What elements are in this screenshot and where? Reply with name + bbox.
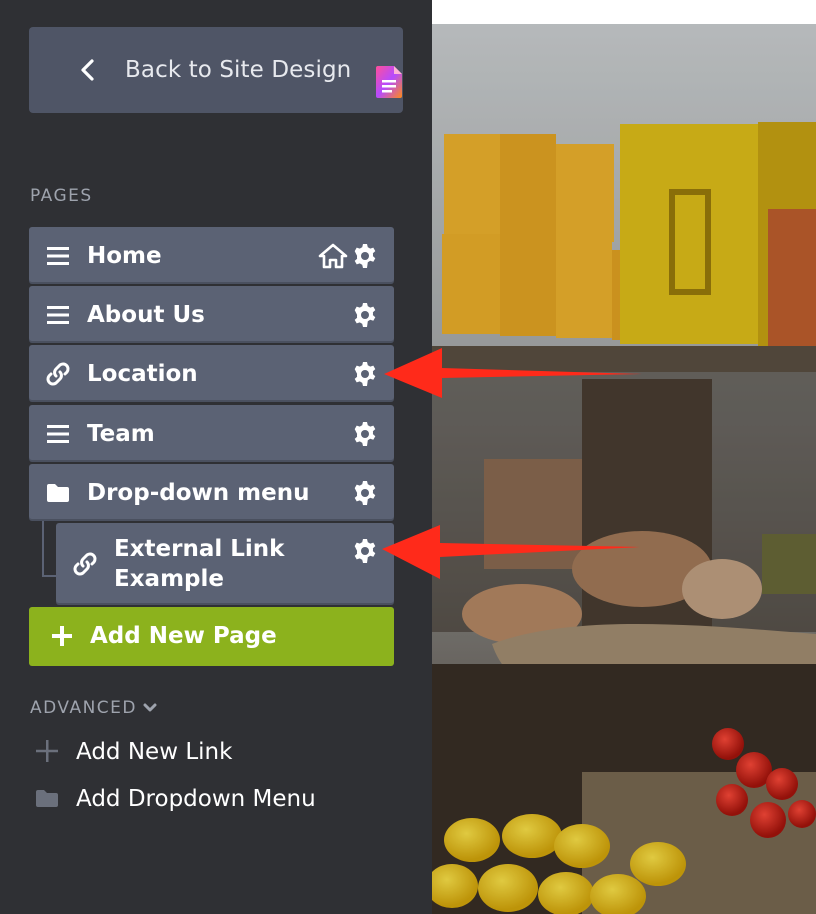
folder-icon: [36, 790, 58, 807]
plus-icon: [52, 626, 72, 646]
gear-icon[interactable]: [352, 480, 378, 506]
gear-icon[interactable]: [352, 538, 378, 564]
sidebar: Back to Site Design PAGES Home About Us …: [0, 0, 432, 914]
gear-icon[interactable]: [352, 243, 378, 269]
add-new-link-label: Add New Link: [76, 739, 233, 765]
plus-icon: [36, 740, 58, 762]
page-item-label: About Us: [87, 301, 205, 328]
page-item-home[interactable]: Home: [29, 227, 394, 284]
link-icon: [46, 362, 70, 385]
back-to-site-design-button[interactable]: Back to Site Design: [29, 27, 403, 113]
add-new-page-button[interactable]: Add New Page: [29, 607, 394, 666]
page-item-external-link-example[interactable]: External Link Example: [56, 523, 394, 605]
page-item-label: Location: [87, 360, 198, 387]
store-photo: [432, 24, 816, 914]
gear-icon[interactable]: [352, 361, 378, 387]
pages-heading: PAGES: [30, 186, 93, 206]
home-icon: [318, 243, 348, 268]
page-item-team[interactable]: Team: [29, 405, 394, 462]
tree-connector: [42, 521, 56, 577]
add-new-page-label: Add New Page: [90, 623, 277, 649]
chevron-down-icon: [143, 703, 157, 712]
page-item-location[interactable]: Location: [29, 345, 394, 402]
add-dropdown-menu-label: Add Dropdown Menu: [76, 786, 316, 812]
page-item-label: Drop-down menu: [87, 479, 310, 506]
advanced-toggle[interactable]: ADVANCED: [30, 697, 157, 719]
page-item-label: Team: [87, 420, 155, 447]
chevron-left-icon: [81, 59, 94, 81]
gear-icon[interactable]: [352, 302, 378, 328]
advanced-heading: ADVANCED: [30, 698, 138, 718]
page-item-label: Home: [87, 242, 162, 269]
menu-icon: [47, 246, 69, 265]
page-item-label: External Link Example: [114, 536, 285, 592]
site-preview: [432, 0, 816, 914]
menu-icon: [47, 424, 69, 443]
back-button-label: Back to Site Design: [125, 57, 352, 83]
page-item-drop-down-menu[interactable]: Drop-down menu: [29, 464, 394, 521]
document-icon: [376, 66, 402, 98]
link-icon: [73, 552, 97, 576]
gear-icon[interactable]: [352, 421, 378, 447]
page-item-about-us[interactable]: About Us: [29, 286, 394, 343]
folder-icon: [47, 483, 69, 502]
menu-icon: [47, 305, 69, 324]
